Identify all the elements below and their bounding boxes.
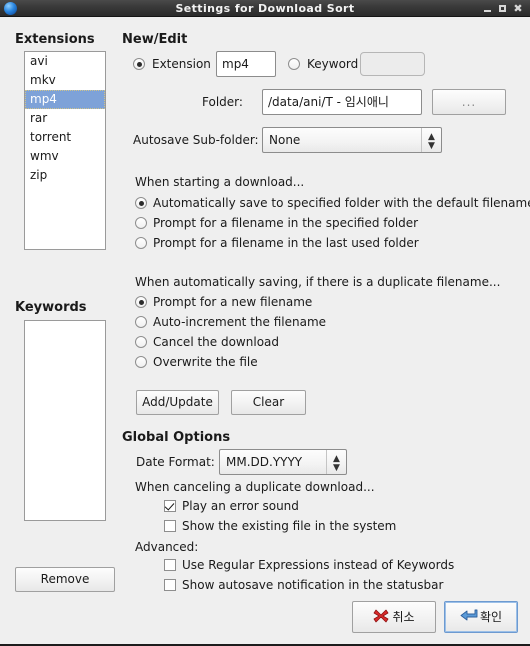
blue-enter-arrow-icon <box>460 609 478 621</box>
clear-button[interactable]: Clear <box>231 390 306 415</box>
duplicate-filename-option-label: Overwrite the file <box>153 355 258 369</box>
chevron-updown-icon[interactable]: ▲ ▼ <box>326 450 346 474</box>
keywords-listbox[interactable] <box>24 320 106 521</box>
cancel-button-label: 취소 <box>392 610 415 624</box>
date-format-value: MM.DD.YYYY <box>226 455 303 469</box>
cancel-duplicate-option-label: Play an error sound <box>182 499 299 513</box>
list-item[interactable]: torrent <box>25 128 105 147</box>
extension-radio[interactable] <box>133 58 145 70</box>
extension-input[interactable]: mp4 <box>216 51 276 77</box>
cancel-duplicate-option-checkbox[interactable] <box>164 520 176 532</box>
keyword-input[interactable] <box>360 52 425 76</box>
date-format-select[interactable]: MM.DD.YYYY ▲ ▼ <box>219 449 347 475</box>
advanced-heading: Advanced: <box>135 540 199 554</box>
start-download-option-radio[interactable] <box>135 197 147 209</box>
global-options-heading: Global Options <box>122 430 231 445</box>
list-item[interactable]: zip <box>25 166 105 185</box>
start-download-option-label: Automatically save to specified folder w… <box>153 196 530 210</box>
minimize-icon[interactable] <box>480 0 494 17</box>
new-edit-heading: New/Edit <box>122 32 188 47</box>
start-download-option-radio[interactable] <box>135 217 147 229</box>
duplicate-filename-option-label: Cancel the download <box>153 335 279 349</box>
start-download-option-radio[interactable] <box>135 237 147 249</box>
duplicate-filename-option-label: Prompt for a new filename <box>153 295 313 309</box>
list-item[interactable]: mkv <box>25 71 105 90</box>
maximize-icon[interactable] <box>495 0 509 17</box>
autosave-subfolder-select[interactable]: None ▲ ▼ <box>262 127 442 153</box>
start-download-heading: When starting a download... <box>135 175 305 189</box>
advanced-option-checkbox[interactable] <box>164 579 176 591</box>
keyword-radio[interactable] <box>288 58 300 70</box>
list-item[interactable]: wmv <box>25 147 105 166</box>
settings-window: Settings for Download Sort ✖ Extensions … <box>0 0 530 646</box>
advanced-option-checkbox[interactable] <box>164 559 176 571</box>
extension-radio-label: Extension <box>152 57 211 71</box>
list-item[interactable]: rar <box>25 109 105 128</box>
extensions-listbox[interactable]: avi mkv mp4 rar torrent wmv zip <box>24 51 106 250</box>
cancel-duplicate-heading: When canceling a duplicate download... <box>135 480 375 494</box>
titlebar: Settings for Download Sort ✖ <box>0 0 530 17</box>
duplicate-filename-heading: When automatically saving, if there is a… <box>135 275 501 289</box>
duplicate-filename-option-radio[interactable] <box>135 336 147 348</box>
close-icon[interactable]: ✖ <box>511 0 525 17</box>
folder-label: Folder: <box>202 95 243 109</box>
autosave-subfolder-label: Autosave Sub-folder: <box>133 133 259 147</box>
cancel-duplicate-option-label: Show the existing file in the system <box>182 519 397 533</box>
add-update-button[interactable]: Add/Update <box>136 390 219 415</box>
autosave-subfolder-value: None <box>269 133 301 147</box>
duplicate-filename-option-radio[interactable] <box>135 356 147 368</box>
start-download-option-label: Prompt for a filename in the last used f… <box>153 236 419 250</box>
list-item[interactable]: mp4 <box>25 90 105 109</box>
duplicate-filename-option-radio[interactable] <box>135 296 147 308</box>
advanced-option-label: Use Regular Expressions instead of Keywo… <box>182 558 455 572</box>
cancel-button[interactable]: 취소 <box>352 601 436 633</box>
browse-folder-button[interactable]: ... <box>432 89 506 115</box>
duplicate-filename-option-radio[interactable] <box>135 316 147 328</box>
list-item[interactable]: avi <box>25 52 105 71</box>
extensions-heading: Extensions <box>15 32 95 47</box>
duplicate-filename-option-label: Auto-increment the filename <box>153 315 327 329</box>
keyword-radio-label: Keyword <box>307 57 359 71</box>
advanced-option-label: Show autosave notification in the status… <box>182 578 444 592</box>
cancel-duplicate-option-checkbox[interactable] <box>164 500 176 512</box>
ok-button-label: 확인 <box>479 610 503 624</box>
start-download-option-label: Prompt for a filename in the specified f… <box>153 216 419 230</box>
remove-button[interactable]: Remove <box>15 567 115 592</box>
red-x-icon <box>374 609 389 623</box>
ok-button[interactable]: 확인 <box>444 601 518 633</box>
date-format-label: Date Format: <box>136 455 215 469</box>
keywords-heading: Keywords <box>15 300 87 315</box>
chevron-updown-icon[interactable]: ▲ ▼ <box>421 128 441 152</box>
window-title: Settings for Download Sort <box>175 2 355 15</box>
folder-input[interactable]: /data/ani/T - 임시애니 <box>262 89 422 115</box>
